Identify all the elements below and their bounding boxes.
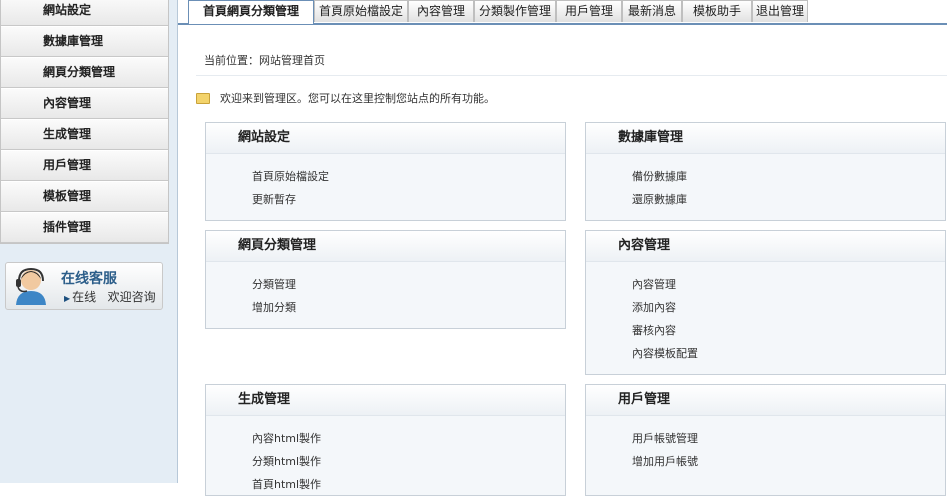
tab-template-helper[interactable]: 模板助手 [682, 0, 752, 22]
link-content-template-config[interactable]: 內容模板配置 [632, 342, 945, 365]
link-review-content[interactable]: 審核內容 [632, 319, 945, 342]
support-agent-icon [16, 267, 46, 305]
tab-users[interactable]: 用戶管理 [556, 0, 622, 22]
link-content-html[interactable]: 內容html製作 [252, 427, 565, 450]
main-content: 首頁網頁分類管理 首頁原始檔設定 內容管理 分類製作管理 用戶管理 最新消息 模… [178, 0, 947, 496]
link-home-source-settings[interactable]: 首頁原始檔設定 [252, 165, 565, 188]
panel-generate: 生成管理 內容html製作 分類html製作 首頁html製作 [205, 384, 566, 496]
folder-icon [196, 92, 210, 104]
panel-title: 內容管理 [586, 231, 945, 262]
link-update-cache[interactable]: 更新暫存 [252, 188, 565, 211]
tab-content[interactable]: 內容管理 [408, 0, 474, 22]
tab-home-categories[interactable]: 首頁網頁分類管理 [188, 0, 314, 24]
sidebar-item-categories[interactable]: 網頁分類管理 [1, 57, 168, 88]
panel-categories: 網頁分類管理 分類管理 增加分類 [205, 230, 566, 329]
panel-title: 用戶管理 [586, 385, 945, 416]
panel-database: 數據庫管理 備份數據庫 還原數據庫 [585, 122, 946, 221]
panel-site-settings: 網站設定 首頁原始檔設定 更新暫存 [205, 122, 566, 221]
tab-bar: 首頁網頁分類管理 首頁原始檔設定 內容管理 分類製作管理 用戶管理 最新消息 模… [178, 0, 947, 25]
sidebar: 網站設定 數據庫管理 網頁分類管理 內容管理 生成管理 用戶管理 模板管理 插件… [0, 0, 178, 483]
sidebar-item-users[interactable]: 用戶管理 [1, 150, 168, 181]
panel-title: 數據庫管理 [586, 123, 945, 154]
welcome-text: 欢迎来到管理区。您可以在这里控制您站点的所有功能。 [220, 92, 495, 105]
panel-title: 網頁分類管理 [206, 231, 565, 262]
link-home-html[interactable]: 首頁html製作 [252, 473, 565, 496]
tab-category-production[interactable]: 分類製作管理 [474, 0, 556, 22]
sidebar-menu: 網站設定 數據庫管理 網頁分類管理 內容管理 生成管理 用戶管理 模板管理 插件… [0, 0, 169, 244]
link-content-management[interactable]: 內容管理 [632, 273, 945, 296]
sidebar-item-database[interactable]: 數據庫管理 [1, 26, 168, 57]
link-user-account-management[interactable]: 用戶帳號管理 [632, 427, 945, 450]
support-title: 在线客服 [61, 271, 117, 287]
link-add-user-account[interactable]: 增加用戶帳號 [632, 450, 945, 473]
tab-logout[interactable]: 退出管理 [752, 0, 808, 22]
status-arrow-icon: ▶ [64, 294, 71, 303]
tab-home-source-settings[interactable]: 首頁原始檔設定 [314, 0, 408, 22]
breadcrumb: 当前位置：网站管理首页 [204, 54, 325, 67]
sidebar-item-content[interactable]: 內容管理 [1, 88, 168, 119]
online-support-widget[interactable]: 在线客服 ▶ 在线 欢迎咨询 [5, 262, 163, 310]
link-restore-database[interactable]: 還原數據庫 [632, 188, 945, 211]
support-status-label: 在线 [72, 290, 97, 304]
support-message: 欢迎咨询 [107, 290, 156, 304]
link-category-html[interactable]: 分類html製作 [252, 450, 565, 473]
panel-title: 生成管理 [206, 385, 565, 416]
tab-news[interactable]: 最新消息 [622, 0, 682, 22]
link-add-content[interactable]: 添加內容 [632, 296, 945, 319]
divider [196, 75, 947, 76]
panel-title: 網站設定 [206, 123, 565, 154]
link-backup-database[interactable]: 備份數據庫 [632, 165, 945, 188]
sidebar-item-templates[interactable]: 模板管理 [1, 181, 168, 212]
panel-users: 用戶管理 用戶帳號管理 增加用戶帳號 [585, 384, 946, 496]
link-add-category[interactable]: 增加分類 [252, 296, 565, 319]
sidebar-item-generate[interactable]: 生成管理 [1, 119, 168, 150]
welcome-message: 欢迎来到管理区。您可以在这里控制您站点的所有功能。 [196, 90, 495, 106]
link-category-management[interactable]: 分類管理 [252, 273, 565, 296]
support-status[interactable]: ▶ 在线 欢迎咨询 [64, 288, 156, 305]
sidebar-item-plugins[interactable]: 插件管理 [1, 212, 168, 243]
sidebar-item-site-settings[interactable]: 網站設定 [1, 0, 168, 26]
panel-content: 內容管理 內容管理 添加內容 審核內容 內容模板配置 [585, 230, 946, 375]
